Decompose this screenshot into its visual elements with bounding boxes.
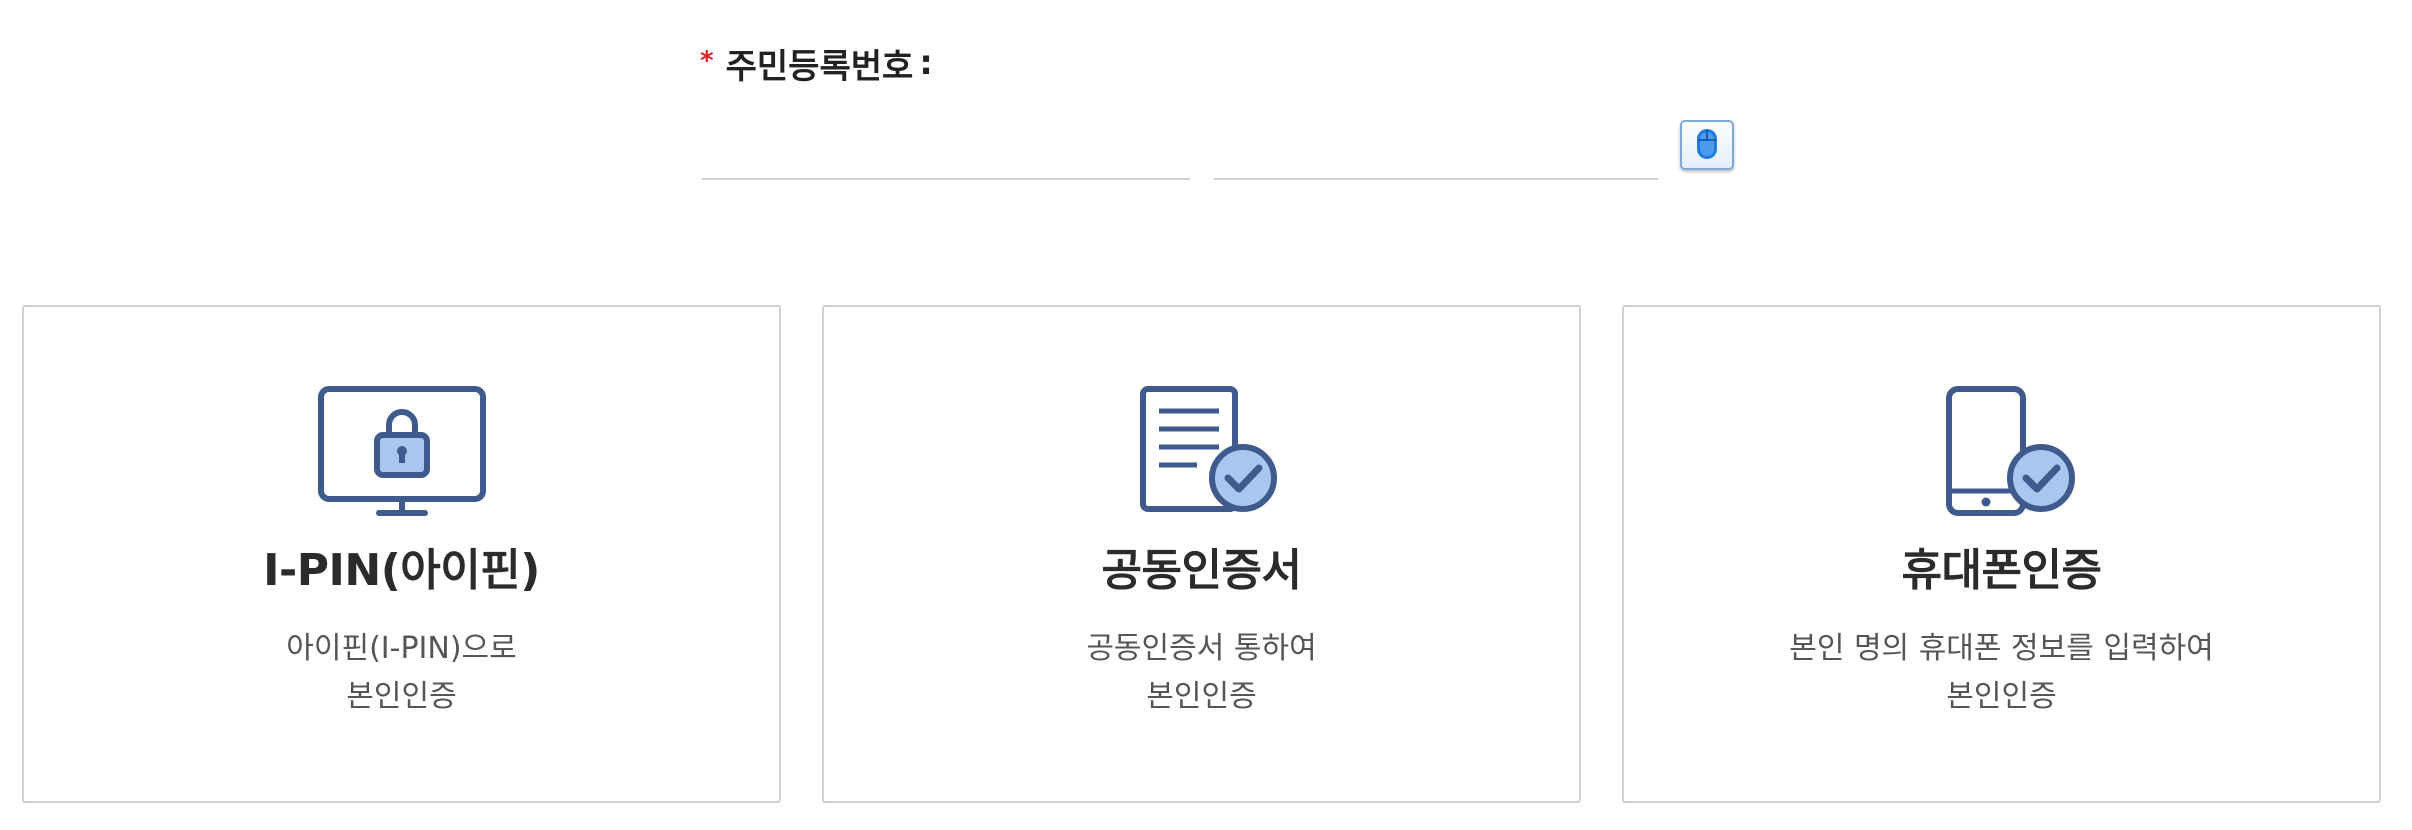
phone-desc-line1: 본인 명의 휴대폰 정보를 입력하여 [1789,631,2214,666]
phone-auth-card[interactable]: 휴대폰인증 본인 명의 휴대폰 정보를 입력하여 본인인증 [1622,305,2381,803]
ssn-front-input[interactable] [702,118,1190,180]
mouse-icon [1694,127,1720,164]
ipin-desc-line2: 본인인증 [346,679,457,714]
phone-desc-line2: 본인인증 [1946,679,2057,714]
phone-title: 휴대폰인증 [1901,545,2102,596]
required-mark: * [700,46,714,76]
ssn-field-label: * 주민등록번호 : [700,36,933,90]
phone-check-icon [1917,385,2087,520]
ipin-title: I-PIN(아이핀) [263,545,540,596]
ipin-auth-card[interactable]: I-PIN(아이핀) 아이핀(I-PIN)으로 본인인증 [22,305,781,803]
phone-description: 본인 명의 휴대폰 정보를 입력하여 본인인증 [1624,625,2379,721]
label-colon: : [919,43,933,83]
certificate-desc-line1: 공동인증서 통하여 [1086,631,1317,666]
ipin-desc-line1: 아이핀(I-PIN)으로 [286,631,517,666]
certificate-title: 공동인증서 [1101,545,1302,596]
certificate-desc-line2: 본인인증 [1146,679,1257,714]
certificate-auth-card[interactable]: 공동인증서 공동인증서 통하여 본인인증 [822,305,1581,803]
ipin-description: 아이핀(I-PIN)으로 본인인증 [24,625,779,721]
monitor-lock-icon [317,385,487,520]
virtual-keypad-button[interactable] [1680,120,1734,170]
certificate-description: 공동인증서 통하여 본인인증 [824,625,1579,721]
ssn-label-text: 주민등록번호 [725,46,914,87]
document-check-icon [1117,385,1287,520]
ssn-back-input[interactable] [1214,118,1658,180]
